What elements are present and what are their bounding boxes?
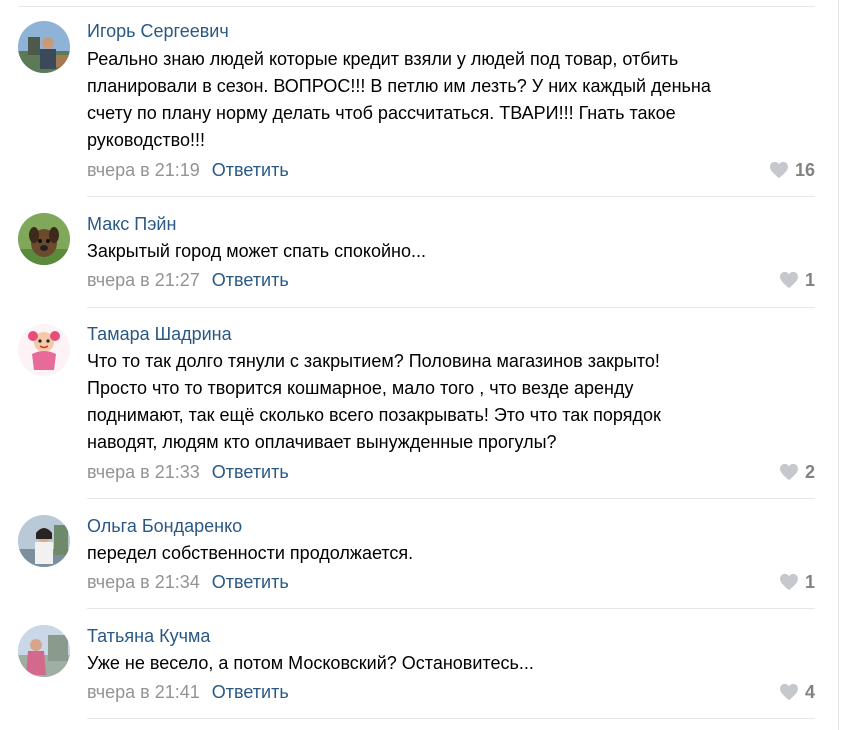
reply-button[interactable]: Ответить [212,682,289,702]
comment-meta: вчера в 21:33 Ответить [87,461,289,483]
avatar[interactable] [18,213,70,265]
like-button[interactable]: 1 [779,269,815,291]
reply-button[interactable]: Ответить [212,572,289,592]
comment-date[interactable]: вчера в 21:19 [87,160,200,180]
comment-divider [87,498,815,499]
panel-right-border [838,0,839,730]
comment-meta: вчера в 21:19 Ответить [87,159,289,181]
like-button[interactable]: 1 [779,571,815,593]
reply-button[interactable]: Ответить [212,160,289,180]
heart-icon [779,463,798,481]
like-count: 4 [804,682,815,702]
comment-text: Закрытый город может спать спокойно... [87,241,426,261]
comment-author[interactable]: Игорь Сергеевич [87,20,229,42]
top-divider [18,6,815,7]
comment-date[interactable]: вчера в 21:33 [87,462,200,482]
avatar-photo [18,515,70,567]
comment-text: Что то так долго тянули с закрытием? Пол… [87,351,661,452]
avatar[interactable] [18,625,70,677]
heart-icon [779,271,798,289]
like-count: 1 [804,572,815,592]
comment-author[interactable]: Тамара Шадрина [87,323,232,345]
avatar-photo [18,213,70,265]
comment-author[interactable]: Ольга Бондаренко [87,515,242,537]
like-count: 16 [794,160,815,180]
like-button[interactable]: 4 [779,681,815,703]
comment-date[interactable]: вчера в 21:41 [87,682,200,702]
comment-divider [87,718,815,719]
comment-divider [87,307,815,308]
heart-icon [769,161,788,179]
heart-icon [779,573,798,591]
like-count: 1 [804,270,815,290]
comment-date[interactable]: вчера в 21:27 [87,270,200,290]
reply-button[interactable]: Ответить [212,462,289,482]
reply-button[interactable]: Ответить [212,270,289,290]
comment-date[interactable]: вчера в 21:34 [87,572,200,592]
avatar-photo [18,625,70,677]
comment-meta: вчера в 21:41 Ответить [87,681,289,703]
avatar-photo [18,324,70,376]
like-count: 2 [804,462,815,482]
comment-text: Уже не весело, а потом Московский? Остан… [87,653,534,673]
like-button[interactable]: 16 [769,159,815,181]
avatar[interactable] [18,21,70,73]
comment-author[interactable]: Татьяна Кучма [87,625,210,647]
comment-text: передел собственности продолжается. [87,543,414,563]
heart-icon [779,683,798,701]
comment-text: Реально знаю людей которые кредит взяли … [87,49,711,150]
avatar[interactable] [18,324,70,376]
comment-meta: вчера в 21:27 Ответить [87,269,289,291]
comment-meta: вчера в 21:34 Ответить [87,571,289,593]
comment-author[interactable]: Макс Пэйн [87,213,176,235]
avatar-photo [18,21,70,73]
like-button[interactable]: 2 [779,461,815,483]
avatar[interactable] [18,515,70,567]
comment-divider [87,196,815,197]
comments-page: Игорь Сергеевич Реально знаю людей котор… [0,0,854,730]
comment-divider [87,608,815,609]
